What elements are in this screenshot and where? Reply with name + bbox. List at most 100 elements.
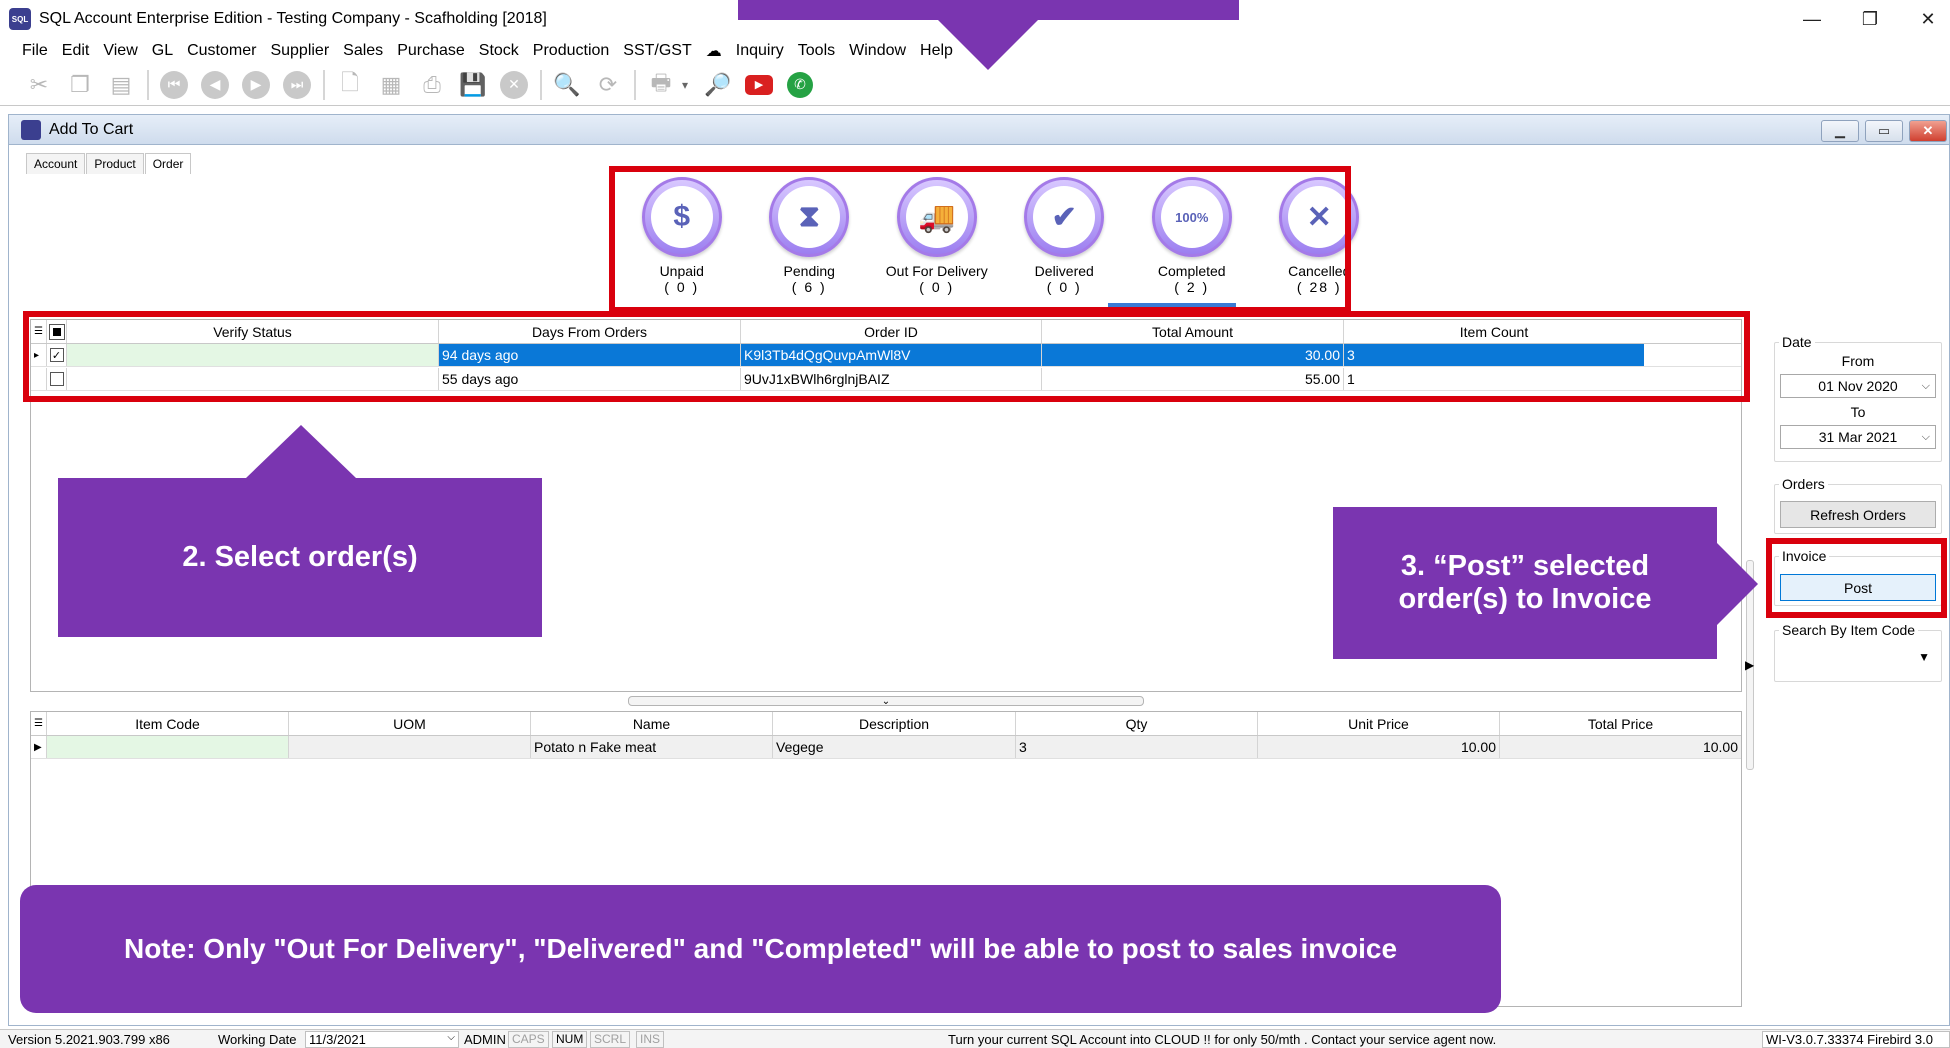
column-header[interactable]: Unit Price xyxy=(1258,712,1500,735)
uom-cell[interactable] xyxy=(289,736,531,758)
edit-icon[interactable]: ▦ xyxy=(376,70,406,100)
unit-price-cell[interactable]: 10.00 xyxy=(1258,736,1500,758)
menu-item[interactable]: ☁ xyxy=(706,41,722,61)
next-icon[interactable]: ▶ xyxy=(241,70,271,100)
cancel-icon[interactable]: ✕ xyxy=(499,70,529,100)
restore-button[interactable]: ❐ xyxy=(1842,0,1898,38)
working-date-value: 11/3/2021 xyxy=(309,1032,366,1047)
print-preview-icon[interactable]: ⎙ xyxy=(417,70,447,100)
menu-item[interactable]: View xyxy=(103,42,137,60)
search-icon[interactable]: 🔍 xyxy=(552,70,582,100)
menu-item[interactable]: Inquiry xyxy=(736,42,784,60)
ins-indicator: INS xyxy=(636,1031,665,1048)
chevron-down-icon: ⌵ xyxy=(1921,430,1930,443)
tab-product[interactable]: Product xyxy=(86,153,144,174)
status-highlight xyxy=(609,166,1351,313)
name-cell[interactable]: Potato n Fake meat xyxy=(531,736,773,758)
invoice-highlight xyxy=(1766,538,1947,618)
working-date-field[interactable]: 11/3/2021 ⌵ xyxy=(305,1031,459,1048)
last-icon[interactable]: ⏭ xyxy=(282,70,312,100)
menu-item[interactable]: Production xyxy=(533,42,610,60)
num-indicator: NUM xyxy=(552,1031,588,1048)
status-bar: Version 5.2021.903.799 x86 Working Date … xyxy=(0,1029,1950,1048)
column-header[interactable]: UOM xyxy=(289,712,531,735)
refresh-orders-button[interactable]: Refresh Orders xyxy=(1780,501,1936,528)
total-price-cell[interactable]: 10.00 xyxy=(1500,736,1741,758)
item-code-cell[interactable] xyxy=(47,736,289,758)
whatsapp-icon[interactable]: ✆ xyxy=(785,70,815,100)
description-cell[interactable]: Vegege xyxy=(773,736,1016,758)
post-callout: 3. “Post” selected order(s) to Invoice xyxy=(1333,507,1717,659)
table-row[interactable]: ▶ Potato n Fake meat Vegege 3 10.00 10.0… xyxy=(31,736,1741,759)
inner-title-bar: Add To Cart ▁ ▭ ✕ xyxy=(9,115,1949,145)
caps-indicator: CAPS xyxy=(508,1031,549,1048)
orders-legend: Orders xyxy=(1779,476,1828,492)
item-code-search-combo[interactable]: ▼ xyxy=(1780,648,1936,672)
row-indicator-icon: ▶ xyxy=(31,736,47,758)
menu-item[interactable]: Stock xyxy=(479,42,519,60)
to-date-value: 31 Mar 2021 xyxy=(1818,429,1898,445)
menu-item[interactable]: Customer xyxy=(187,42,256,60)
tab-order[interactable]: Order xyxy=(144,153,192,174)
grid-splitter[interactable]: ⌄ xyxy=(628,695,1144,707)
working-date-label: Working Date xyxy=(218,1032,297,1047)
menu-item[interactable]: File xyxy=(22,42,48,60)
promo-message[interactable]: Turn your current SQL Account into CLOUD… xyxy=(948,1032,1496,1047)
first-icon[interactable]: ⏮ xyxy=(159,70,189,100)
note-callout: Note: Only "Out For Delivery", "Delivere… xyxy=(20,885,1501,1013)
user-text: ADMIN xyxy=(464,1032,506,1047)
tab-account[interactable]: Account xyxy=(26,153,86,174)
inner-minimize-button[interactable]: ▁ xyxy=(1821,120,1859,142)
version-text: Version 5.2021.903.799 x86 xyxy=(8,1032,170,1047)
cut-icon[interactable]: ✂ xyxy=(24,70,54,100)
paste-icon[interactable]: ▤ xyxy=(106,70,136,100)
post-callout-arrow xyxy=(1717,543,1758,625)
qty-cell[interactable]: 3 xyxy=(1016,736,1258,758)
prev-icon[interactable]: ◀ xyxy=(200,70,230,100)
column-header[interactable]: Item Code xyxy=(47,712,289,735)
menu-item[interactable]: GL xyxy=(152,42,173,60)
select-callout-arrow xyxy=(246,425,356,478)
save-icon[interactable]: 💾 xyxy=(458,70,488,100)
items-grid-header: ☰ Item Code UOM Name Description Qty Uni… xyxy=(31,712,1741,736)
inner-close-button[interactable]: ✕ xyxy=(1909,120,1947,142)
to-date-combo[interactable]: 31 Mar 2021 ⌵ xyxy=(1780,425,1936,449)
column-header[interactable]: Description xyxy=(773,712,1016,735)
refresh-icon[interactable]: ⟳ xyxy=(593,70,623,100)
column-header[interactable]: Qty xyxy=(1016,712,1258,735)
select-orders-callout: 2. Select order(s) xyxy=(58,478,542,637)
menu-item[interactable]: Window xyxy=(849,42,906,60)
menu-item[interactable]: Sales xyxy=(343,42,383,60)
grid-menu-icon[interactable]: ☰ xyxy=(31,712,47,735)
to-label: To xyxy=(1850,404,1866,420)
copy-icon[interactable]: ❐ xyxy=(65,70,95,100)
top-callout xyxy=(738,0,1239,20)
inner-restore-button[interactable]: ▭ xyxy=(1865,120,1903,142)
inner-window-title: Add To Cart xyxy=(49,120,134,138)
toolbar: ✂ ❐ ▤ ⏮ ◀ ▶ ⏭ 🗋 ▦ ⎙ 💾 ✕ 🔍 ⟳ 🖶 ▾ 🔎 ▶ ✆ xyxy=(0,64,1950,106)
minimize-button[interactable]: — xyxy=(1784,0,1840,38)
top-callout-arrow xyxy=(938,20,1038,70)
preview-icon[interactable]: 🔎 xyxy=(703,70,733,100)
scrl-indicator: SCRL xyxy=(590,1031,631,1048)
from-date-combo[interactable]: 01 Nov 2020 ⌵ xyxy=(1780,374,1936,398)
menu-item[interactable]: Tools xyxy=(798,42,835,60)
collapse-panel-icon[interactable]: ▶ xyxy=(1745,658,1754,672)
window-title: SQL Account Enterprise Edition - Testing… xyxy=(39,10,547,27)
orders-highlight xyxy=(23,311,1750,402)
youtube-icon[interactable]: ▶ xyxy=(744,70,774,100)
printer-icon[interactable]: 🖶 xyxy=(646,70,676,100)
printer-dropdown-icon[interactable]: ▾ xyxy=(678,70,692,100)
menu-item[interactable]: Supplier xyxy=(270,42,329,60)
dropdown-arrow-icon: ▼ xyxy=(1918,650,1930,664)
app-logo-icon xyxy=(21,119,41,140)
date-legend: Date xyxy=(1779,334,1815,350)
menu-item[interactable]: Purchase xyxy=(397,42,465,60)
menu-item[interactable]: Edit xyxy=(62,42,90,60)
chevron-down-icon: ⌄ xyxy=(881,695,891,707)
close-button[interactable]: ✕ xyxy=(1900,0,1950,38)
menu-item[interactable]: SST/GST xyxy=(623,42,691,60)
new-icon[interactable]: 🗋 xyxy=(335,70,365,100)
column-header[interactable]: Name xyxy=(531,712,773,735)
column-header[interactable]: Total Price xyxy=(1500,712,1741,735)
